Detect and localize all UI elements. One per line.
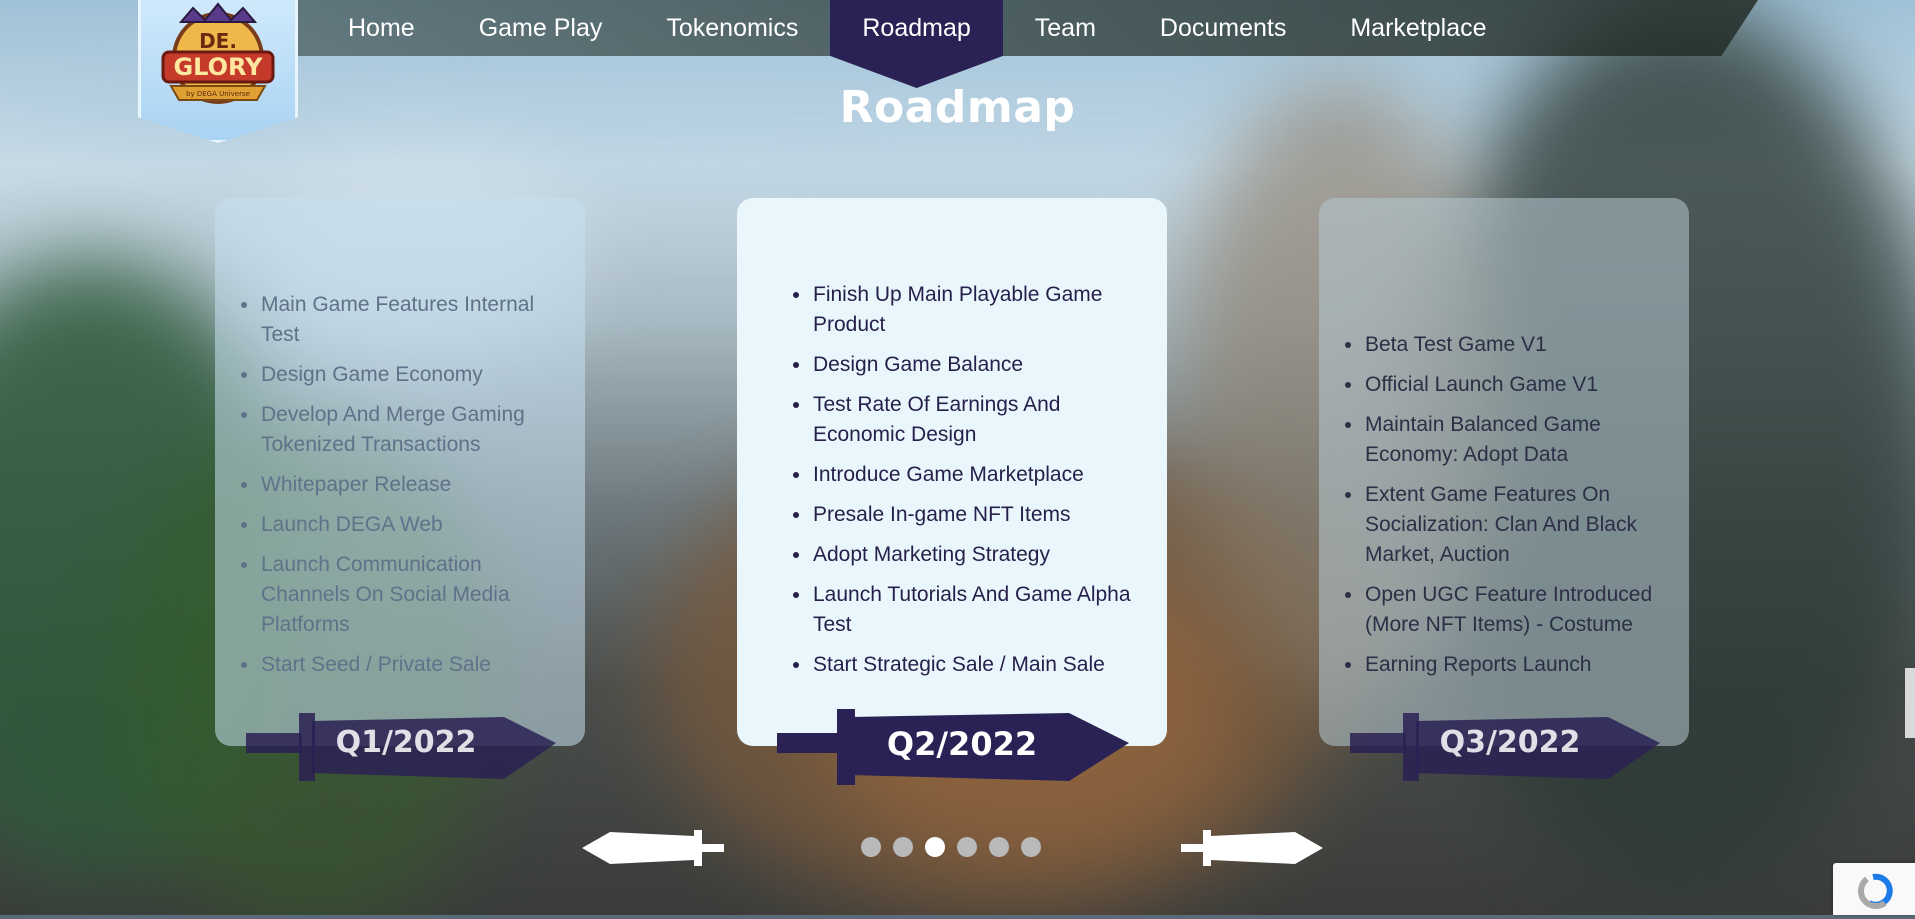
quarter-label-q2: Q2/2022 [777, 707, 1129, 787]
carousel-prev-button[interactable] [582, 828, 724, 868]
recaptcha-badge[interactable] [1833, 863, 1915, 915]
list-item: Start Strategic Sale / Main Sale [793, 650, 1153, 680]
main-nav: Home Game Play Tokenomics Roadmap Team D… [316, 0, 1519, 56]
sword-left-arrow-icon [582, 830, 724, 866]
list-item: Launch Tutorials And Game Alpha Test [793, 580, 1153, 640]
list-item: Start Seed / Private Sale [241, 650, 569, 680]
list-item: Design Game Economy [241, 360, 569, 390]
roadmap-card-q1: Main Game Features Internal Test Design … [215, 198, 585, 746]
page-dot-1[interactable] [861, 837, 881, 857]
carousel-pagination [861, 837, 1041, 857]
page-scrollbar[interactable] [1905, 668, 1915, 738]
list-item: Test Rate Of Earnings And Economic Desig… [793, 390, 1153, 450]
list-item: Whitepaper Release [241, 470, 569, 500]
list-item: Official Launch Game V1 [1345, 370, 1677, 400]
recaptcha-icon [1858, 873, 1893, 909]
list-item: Develop And Merge Gaming Tokenized Trans… [241, 400, 569, 460]
page-dot-3[interactable] [925, 837, 945, 857]
list-item: Maintain Balanced Game Economy: Adopt Da… [1345, 410, 1677, 470]
section-title: Roadmap [839, 82, 1076, 133]
quarter-label-q3: Q3/2022 [1350, 711, 1660, 783]
svg-text:DE.: DE. [199, 29, 237, 53]
list-item: Design Game Balance [793, 350, 1153, 380]
quarter-label-text: Q2/2022 [886, 725, 1038, 763]
quarter-label-text: Q1/2022 [335, 725, 477, 760]
list-item: Open UGC Feature Introduced (More NFT It… [1345, 580, 1677, 640]
page-dot-6[interactable] [1021, 837, 1041, 857]
page-dot-5[interactable] [989, 837, 1009, 857]
list-item: Extent Game Features On Socialization: C… [1345, 480, 1677, 570]
page-dot-2[interactable] [893, 837, 913, 857]
list-item: Finish Up Main Playable Game Product [793, 280, 1153, 340]
list-item: Launch Communication Channels On Social … [241, 550, 569, 640]
nav-item-roadmap[interactable]: Roadmap [830, 0, 1003, 56]
roadmap-list: Finish Up Main Playable Game Product Des… [767, 280, 1153, 690]
roadmap-card-q2: Finish Up Main Playable Game Product Des… [737, 198, 1167, 746]
nav-item-documents[interactable]: Documents [1128, 0, 1318, 56]
nav-item-team[interactable]: Team [1003, 0, 1128, 56]
page-dot-4[interactable] [957, 837, 977, 857]
list-item: Earning Reports Launch [1345, 650, 1677, 680]
roadmap-list: Main Game Features Internal Test Design … [215, 290, 569, 690]
list-item: Beta Test Game V1 [1345, 330, 1677, 360]
quarter-label-text: Q3/2022 [1439, 725, 1581, 760]
nav-item-tokenomics[interactable]: Tokenomics [634, 0, 830, 56]
nav-item-game-play[interactable]: Game Play [447, 0, 635, 56]
list-item: Introduce Game Marketplace [793, 460, 1153, 490]
roadmap-card-q3: Beta Test Game V1 Official Launch Game V… [1319, 198, 1689, 746]
quarter-label-q1: Q1/2022 [246, 711, 556, 783]
list-item: Presale In-game NFT Items [793, 500, 1153, 530]
nav-item-home[interactable]: Home [316, 0, 447, 56]
list-item: Launch DEGA Web [241, 510, 569, 540]
list-item: Adopt Marketing Strategy [793, 540, 1153, 570]
svg-text:GLORY: GLORY [173, 53, 263, 81]
nav-item-marketplace[interactable]: Marketplace [1318, 0, 1518, 56]
list-item: Main Game Features Internal Test [241, 290, 569, 350]
roadmap-list: Beta Test Game V1 Official Launch Game V… [1319, 330, 1677, 690]
sword-right-arrow-icon [1181, 830, 1323, 866]
carousel-next-button[interactable] [1181, 828, 1323, 868]
